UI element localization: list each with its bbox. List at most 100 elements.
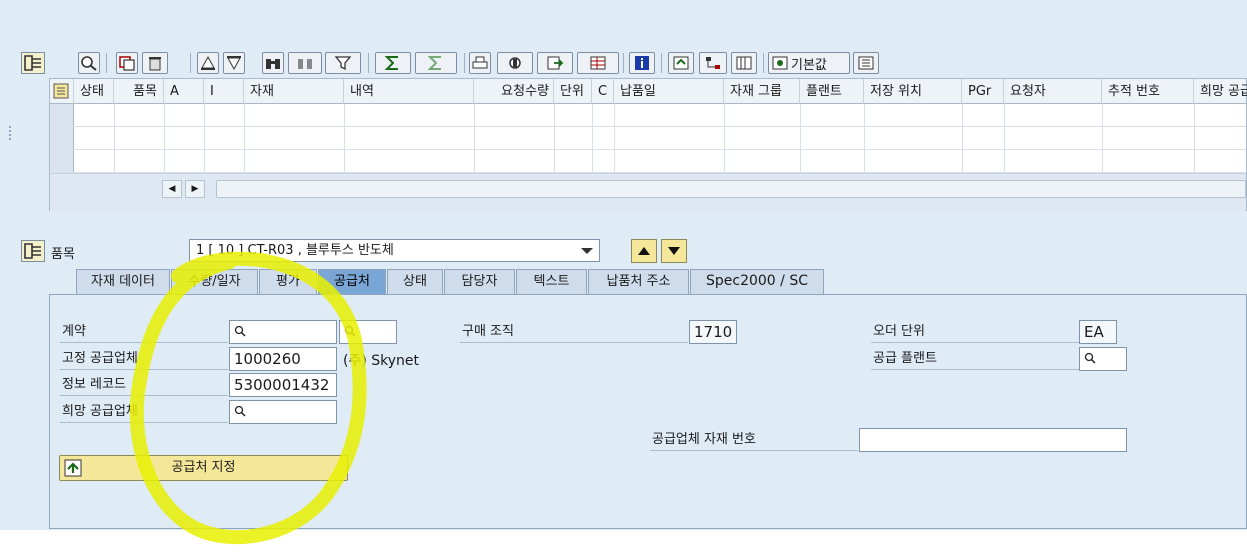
tab-material-data[interactable]: 자재 데이터 <box>76 269 170 294</box>
col-pgr[interactable]: PGr <box>962 79 1004 104</box>
tab-delivery-address[interactable]: 납품처 주소 <box>588 269 689 294</box>
col-requester[interactable]: 요청자 <box>1004 79 1102 104</box>
delete-icon <box>149 57 161 71</box>
col-description[interactable]: 내역 <box>344 79 474 104</box>
item-label: 품목 <box>51 247 75 262</box>
fixed-vendor-field[interactable]: 1000260 <box>229 347 337 371</box>
search-icon <box>234 405 246 417</box>
purch-org-label: 구매 조직 <box>460 321 688 343</box>
scroll-left-icon[interactable]: ◀ <box>162 180 182 198</box>
tab-quantity-date[interactable]: 수량/일자 <box>171 269 258 294</box>
col-quantity[interactable]: 요청수량 <box>474 79 554 104</box>
subtotal-button[interactable] <box>415 52 457 74</box>
scroll-right-icon[interactable]: ▶ <box>185 180 205 198</box>
desired-vendor-field[interactable] <box>229 400 337 424</box>
col-plant[interactable]: 플랜트 <box>800 79 864 104</box>
scroll-thumb[interactable] <box>216 180 1246 198</box>
col-material[interactable]: 자재 <box>244 79 344 104</box>
table-row[interactable] <box>50 127 1246 150</box>
order-unit-field[interactable]: EA <box>1079 320 1117 344</box>
contract-field[interactable] <box>229 320 337 344</box>
row-selector[interactable] <box>50 104 74 126</box>
hierarchy-button[interactable] <box>699 52 727 74</box>
tab-texts[interactable]: 텍스트 <box>516 269 587 294</box>
export-button[interactable] <box>537 52 573 74</box>
info-record-field[interactable]: 5300001432 <box>229 373 337 397</box>
col-a[interactable]: A <box>164 79 204 104</box>
col-tracking-number[interactable]: 추적 번호 <box>1102 79 1194 104</box>
info-button[interactable] <box>629 52 655 74</box>
scroll-up-icon <box>638 247 650 255</box>
copy-button[interactable] <box>116 52 138 74</box>
print-button[interactable] <box>469 52 491 74</box>
tab-valuation[interactable]: 평가 <box>259 269 317 294</box>
splitter-handle[interactable] <box>9 126 11 140</box>
item-collapse-button[interactable] <box>21 240 45 262</box>
grid-toolbar: 기본값 <box>0 50 1247 77</box>
tab-status[interactable]: 상태 <box>387 269 443 294</box>
col-unit[interactable]: 단위 <box>554 79 592 104</box>
assign-source-button[interactable]: 공급처 지정 <box>59 455 348 481</box>
views-button[interactable] <box>497 52 533 74</box>
tab-spec2000[interactable]: Spec2000 / SC <box>690 269 824 294</box>
binoculars-icon <box>266 59 280 69</box>
select-all-icon[interactable] <box>50 79 74 104</box>
find-next-button[interactable] <box>288 52 322 74</box>
tab-contact-person[interactable]: 담당자 <box>444 269 515 294</box>
scroll-down-icon <box>668 247 680 255</box>
prev-item-button[interactable] <box>631 239 657 263</box>
col-c[interactable]: C <box>592 79 614 104</box>
calendar-icon <box>736 56 752 70</box>
sort-asc-button[interactable] <box>197 52 219 74</box>
search-icon <box>1084 352 1096 364</box>
item-select[interactable]: 1 [ 10 ] CT-R03 , 블루투스 반도체 <box>189 239 600 262</box>
item-collapse-icon <box>24 243 41 259</box>
item-select-value: 1 [ 10 ] CT-R03 , 블루투스 반도체 <box>196 243 394 258</box>
col-storage-location[interactable]: 저장 위치 <box>864 79 962 104</box>
fixed-vendor-label: 고정 공급업체 <box>60 348 228 370</box>
defaults-button[interactable]: 기본값 <box>768 52 850 74</box>
tab-source-of-supply[interactable]: 공급처 <box>318 269 386 294</box>
vendor-material-field[interactable] <box>859 428 1127 452</box>
col-delivery-date[interactable]: 납품일 <box>614 79 724 104</box>
contract-label: 계약 <box>60 321 228 343</box>
filter-button[interactable] <box>325 52 361 74</box>
col-material-group[interactable]: 자재 그룹 <box>724 79 800 104</box>
find-button[interactable] <box>262 52 284 74</box>
sort-icon <box>201 55 215 70</box>
sum-button[interactable] <box>375 52 411 74</box>
assign-source-toolbar-button[interactable] <box>668 52 694 74</box>
row-selector[interactable] <box>50 127 74 149</box>
vendor-material-label: 공급업체 자재 번호 <box>650 429 858 451</box>
horizontal-scrollbar[interactable]: ◀ ▶ <box>50 173 1246 211</box>
supplying-plant-field[interactable] <box>1079 347 1127 371</box>
export-icon <box>547 56 564 70</box>
sum-icon <box>384 56 398 70</box>
details-button[interactable] <box>78 52 100 74</box>
table-row[interactable] <box>50 104 1246 127</box>
col-desired-vendor[interactable]: 희망 공급 <box>1194 79 1247 104</box>
fixed-vendor-name: (주) Skynet <box>343 353 420 369</box>
next-item-button[interactable] <box>661 239 687 263</box>
row-selector[interactable] <box>50 150 74 172</box>
assign-source-icon <box>673 56 689 70</box>
info-record-label: 정보 레코드 <box>60 374 228 396</box>
layout-icon <box>590 56 606 70</box>
filter-icon <box>334 56 352 71</box>
purch-org-field[interactable]: 1710 <box>689 320 737 344</box>
calendar-button[interactable] <box>731 52 757 74</box>
col-item[interactable]: 품목 <box>114 79 164 104</box>
list-icon <box>858 56 874 70</box>
layout-button[interactable] <box>577 52 619 74</box>
defaults-label: 기본값 <box>791 57 827 73</box>
col-i[interactable]: I <box>204 79 244 104</box>
delete-button[interactable] <box>142 52 168 74</box>
sort-desc-button[interactable] <box>223 52 245 74</box>
col-status[interactable]: 상태 <box>74 79 114 104</box>
print-icon <box>472 56 488 69</box>
subtotal-icon <box>427 56 441 70</box>
table-row[interactable] <box>50 150 1246 173</box>
assign-source-label: 공급처 지정 <box>171 460 236 475</box>
more-button[interactable] <box>853 52 879 74</box>
contract-item-field[interactable] <box>339 320 397 344</box>
